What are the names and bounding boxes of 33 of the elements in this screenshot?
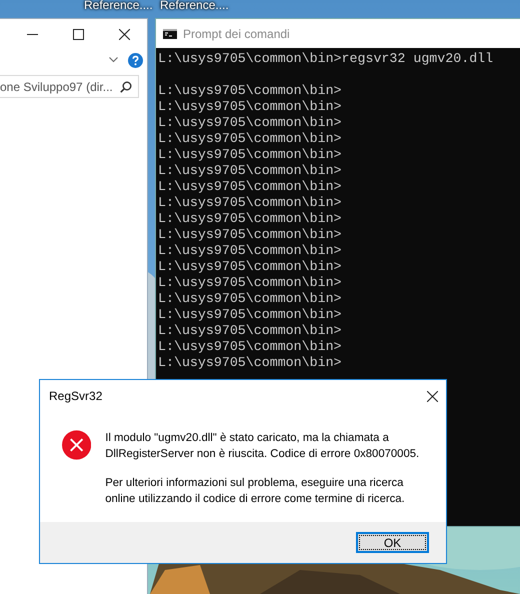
console-line: L:\usys9705\common\bin> <box>158 179 342 195</box>
close-icon <box>118 28 130 40</box>
console-line: L:\usys9705\common\bin> <box>158 323 342 339</box>
error-icon <box>62 430 92 460</box>
console-line: L:\usys9705\common\bin> <box>158 131 342 147</box>
window-title: Prompt dei comandi <box>183 26 290 40</box>
help-icon[interactable] <box>128 52 143 68</box>
console-line: L:\usys9705\common\bin> <box>158 227 342 243</box>
console-line: L:\usys9705\common\bin> <box>158 307 342 323</box>
console-line: L:\usys9705\common\bin> <box>158 115 342 131</box>
close-icon[interactable] <box>427 390 438 402</box>
search-field[interactable]: one Sviluppo97 (dir... <box>0 75 139 98</box>
console-line: L:\usys9705\common\bin> <box>158 291 342 307</box>
search-icon[interactable] <box>120 80 132 92</box>
console-line: L:\usys9705\common\bin> <box>158 243 342 259</box>
console-line: L:\usys9705\common\bin> <box>158 259 342 275</box>
console-line: L:\usys9705\common\bin> <box>158 99 342 115</box>
console-line: L:\usys9705\common\bin> <box>158 339 342 355</box>
console-line: L:\usys9705\common\bin> <box>158 147 342 163</box>
error-message: Il modulo "ugmv20.dll" è stato caricato, ma la chiamata a DllRegisterServer non è riuscita. Codice di errore 0x80070005. <box>105 431 420 462</box>
console-line: L:\usys9705\common\bin>regsvr32 ugmv20.dll <box>158 51 494 67</box>
console-line: L:\usys9705\common\bin> <box>158 211 342 227</box>
dialog-title: RegSvr32 <box>49 389 102 403</box>
chevron-icon[interactable] <box>109 57 118 63</box>
console-line: L:\usys9705\common\bin> <box>158 195 342 211</box>
console-line: L:\usys9705\common\bin> <box>158 355 342 371</box>
console-line: L:\usys9705\common\bin> <box>158 83 342 99</box>
console-line: L:\usys9705\common\bin> <box>158 275 342 291</box>
console-line: L:\usys9705\common\bin> <box>158 163 342 179</box>
maximize-icon <box>72 28 84 40</box>
ok-button[interactable]: OK <box>356 532 429 553</box>
error-message: Per ulteriori informazioni sul problema, eseguire una ricerca online utilizzando il codice di errore come termine di ricerca. <box>105 476 406 507</box>
console-icon <box>163 28 177 38</box>
